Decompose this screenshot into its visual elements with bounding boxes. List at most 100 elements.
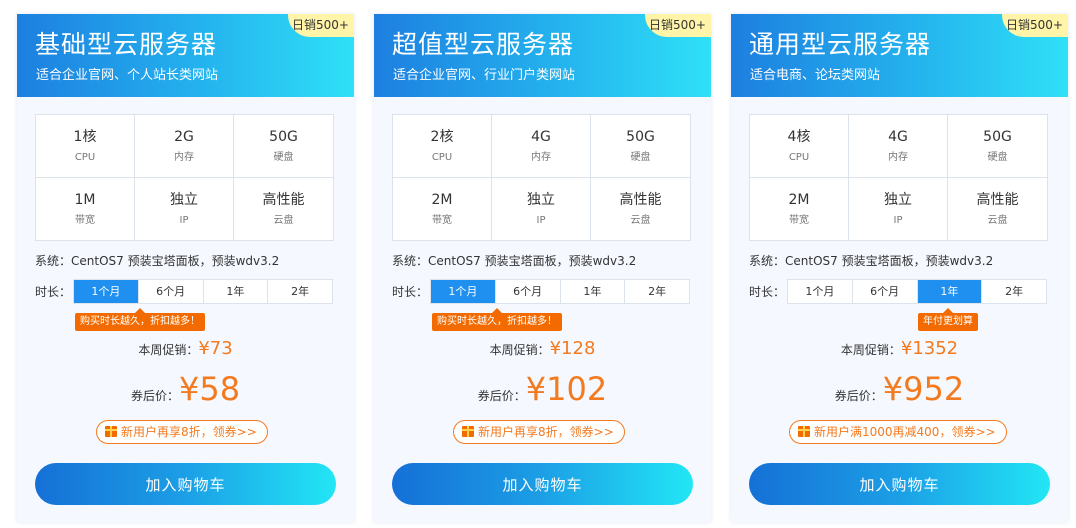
spec-label: CPU [788,152,810,163]
promo-label: 本周促销： [840,343,901,357]
discount-tip: 购买时长越久，折扣越多！ [75,308,205,331]
spec-label: 带宽 [432,214,452,226]
duration-option-2-years[interactable]: 2年 [625,280,689,303]
discount-tip: 购买时长越久，折扣越多！ [432,308,562,331]
spec-value: 4G [888,129,908,145]
duration-label: 时长： [749,285,786,299]
coupon-price: ¥58 [178,370,241,408]
spec-value: 50G [983,129,1012,145]
spec-label: 内存 [888,152,908,163]
coupon-label: 券后价： [834,389,883,403]
duration-option-6-months[interactable]: 6个月 [853,280,918,303]
spec-label: CPU [431,152,453,163]
card-subtitle: 适合企业官网、行业门户类网站 [393,68,576,83]
promo-price: ¥1352 [900,338,959,359]
duration-option-2-years[interactable]: 2年 [268,280,332,303]
duration-option-1-year[interactable]: 1年 [917,280,983,303]
spec-value: 1M [74,191,96,208]
duration-option-6-months[interactable]: 6个月 [496,280,561,303]
gift-icon [462,426,474,437]
spec-label: 硬盘 [630,152,651,163]
promo-label: 本周促销： [138,343,199,357]
spec-label: 云盘 [273,214,294,226]
card-title: 通用型云服务器 [749,30,932,59]
spec-label: 硬盘 [273,152,294,163]
spec-cpu: 1核 CPU [36,115,135,178]
spec-value: 高性能 [976,191,1019,208]
promo-price-line: 本周促销：¥128 [374,338,711,359]
spec-bandwidth: 1M 带宽 [36,177,135,240]
duration-option-1-year[interactable]: 1年 [561,280,626,303]
spec-value: 2M [788,191,810,208]
spec-cloud-disk: 高性能 云盘 [948,178,1047,241]
spec-label: IP [179,214,189,226]
coupon-link[interactable]: 新用户再享8折，领券>> [453,420,625,444]
coupon-label: 券后价： [477,389,526,403]
spec-value: 2核 [430,129,454,145]
spec-grid: 1核 CPU 2G 内存 50G 硬盘 1M 带宽 独立 IP 高性能 云盘 [35,114,334,241]
spec-cpu: 2核 CPU [393,115,492,178]
coupon-link-text: 新用户再享8折，领券>> [478,425,614,439]
card-header: 基础型云服务器 适合企业官网、个人站长类网站 日销500+ [17,14,354,97]
add-to-cart-button[interactable]: 加入购物车 [392,463,693,505]
card-subtitle: 适合企业官网、个人站长类网站 [36,68,219,83]
spec-value: 50G [626,129,655,145]
spec-cloud-disk: 高性能 云盘 [234,178,333,241]
system-info: 系统：CentOS7 预装宝塔面板，预装wdv3.2 [35,254,280,268]
coupon-price: ¥952 [882,370,965,408]
spec-value: 高性能 [262,191,305,208]
system-info: 系统：CentOS7 预装宝塔面板，预装wdv3.2 [749,254,994,268]
duration-options: 1个月 6个月 1年 2年 [430,279,690,304]
card-header: 超值型云服务器 适合企业官网、行业门户类网站 日销500+ [374,14,711,97]
sales-badge: 日销500+ [645,14,711,37]
spec-disk: 50G 硬盘 [591,115,690,178]
duration-option-1-month[interactable]: 1个月 [788,280,853,303]
coupon-price-line: 券后价：¥102 [374,370,711,408]
spec-label: 硬盘 [987,152,1008,163]
coupon-price-line: 券后价：¥952 [731,370,1068,408]
spec-value: 4G [531,129,551,145]
spec-cloud-disk: 高性能 云盘 [591,178,690,241]
duration-label: 时长： [392,285,429,299]
duration-option-1-month[interactable]: 1个月 [431,280,496,303]
spec-cpu: 4核 CPU [750,115,849,178]
duration-label: 时长： [35,285,72,299]
spec-label: 云盘 [987,214,1008,226]
spec-label: IP [893,214,903,226]
card-subtitle: 适合电商、论坛类网站 [750,68,881,83]
coupon-link[interactable]: 新用户满1000再减400，领券>> [789,420,1007,444]
spec-value: 独立 [527,191,555,208]
promo-price: ¥73 [198,338,233,359]
discount-tip: 年付更划算 [918,308,978,331]
spec-label: 云盘 [630,214,651,226]
add-to-cart-button[interactable]: 加入购物车 [749,463,1050,505]
gift-icon [798,426,810,437]
spec-value: 2G [174,129,194,145]
duration-option-6-months[interactable]: 6个月 [139,280,204,303]
product-card-basic: 基础型云服务器 适合企业官网、个人站长类网站 日销500+ 1核 CPU 2G 内存… [17,14,354,522]
add-to-cart-button[interactable]: 加入购物车 [35,463,336,505]
spec-grid: 4核 CPU 4G 内存 50G 硬盘 2M 带宽 独立 IP 高性能 云盘 [749,114,1048,241]
duration-option-2-years[interactable]: 2年 [982,280,1046,303]
duration-option-1-month[interactable]: 1个月 [74,280,139,303]
sales-badge: 日销500+ [1002,14,1068,37]
promo-price-line: 本周促销：¥73 [17,338,354,359]
coupon-label: 券后价： [130,389,179,403]
spec-disk: 50G 硬盘 [234,115,333,178]
coupon-link-text: 新用户再享8折，领券>> [121,425,257,439]
spec-value: 4核 [787,129,811,145]
duration-options: 1个月 6个月 1年 2年 [787,279,1047,304]
system-info: 系统：CentOS7 预装宝塔面板，预装wdv3.2 [392,254,637,268]
spec-bandwidth: 2M 带宽 [393,177,492,240]
spec-grid: 2核 CPU 4G 内存 50G 硬盘 2M 带宽 独立 IP 高性能 云盘 [392,114,691,241]
duration-option-1-year[interactable]: 1年 [204,280,269,303]
spec-disk: 50G 硬盘 [948,115,1047,178]
spec-ip: 独立 IP [849,177,948,240]
card-title: 超值型云服务器 [392,30,575,59]
coupon-link[interactable]: 新用户再享8折，领券>> [96,420,268,444]
spec-value: 2M [431,191,453,208]
spec-value: 1核 [73,129,97,145]
spec-label: 内存 [174,152,194,163]
product-card-value: 超值型云服务器 适合企业官网、行业门户类网站 日销500+ 2核 CPU 4G 内存… [374,14,711,522]
spec-label: CPU [74,152,96,163]
